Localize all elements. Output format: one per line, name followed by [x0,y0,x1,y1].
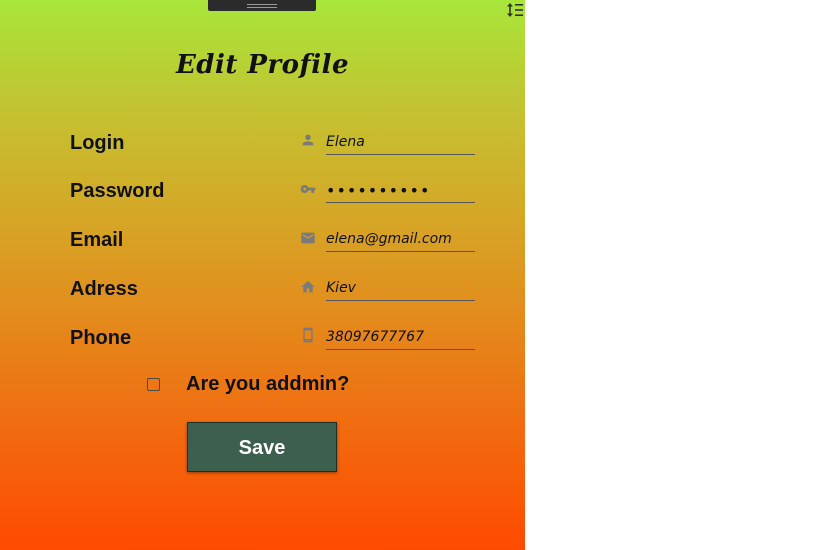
admin-checkbox[interactable] [147,378,160,391]
save-button[interactable]: Save [187,422,337,472]
login-label: Login [70,132,125,154]
admin-checkbox-label: Are you addmin? [186,373,350,395]
person-icon [300,132,316,148]
password-label: Password [70,180,165,202]
address-field[interactable] [326,276,475,301]
key-icon [300,181,316,197]
drag-handle-line [247,4,277,5]
phone-label: Phone [70,327,132,349]
drag-handle[interactable] [208,0,316,11]
login-field[interactable] [326,130,475,155]
page-title: Edit Profile [175,50,349,80]
email-icon [300,230,316,246]
edit-profile-panel: Edit Profile Login Password Email Adress… [0,0,525,550]
address-label: Adress [70,278,138,300]
email-label: Email [70,229,124,251]
line-spacing-icon[interactable] [506,2,524,18]
home-icon [300,279,316,295]
email-field[interactable] [326,227,475,252]
drag-handle-line [247,7,277,8]
phone-icon [300,327,316,343]
password-field[interactable] [326,178,475,203]
phone-field[interactable] [326,325,475,350]
